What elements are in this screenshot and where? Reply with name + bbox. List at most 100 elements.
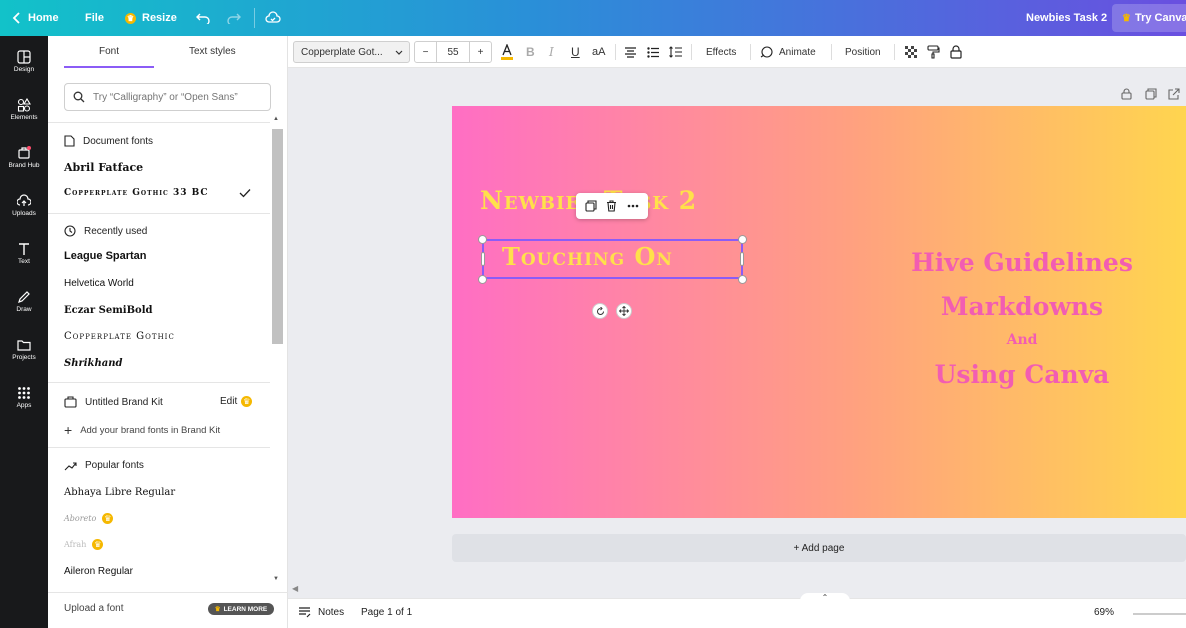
crown-icon: ♛ [102, 513, 114, 524]
more-options-icon[interactable] [627, 204, 639, 208]
nav-brand-hub[interactable]: Brand Hub [0, 138, 48, 184]
home-button[interactable]: Home [12, 0, 59, 36]
font-option-league-spartan[interactable]: League Spartan [64, 250, 147, 262]
design-slide[interactable]: Newbies Task 2 Touching On Hive Guidelin… [452, 106, 1186, 518]
align-button[interactable] [624, 36, 637, 68]
font-size-input[interactable]: 55 [437, 41, 469, 63]
toolbar-divider [831, 44, 832, 60]
font-option-helvetica-world[interactable]: Helvetica World [64, 278, 134, 289]
nav-text[interactable]: Text [0, 234, 48, 280]
export-icon [1168, 88, 1180, 100]
decrease-size-button[interactable]: − [415, 41, 437, 63]
slide-line-hive-guidelines[interactable]: Hive Guidelines [657, 248, 1186, 277]
font-panel: Font Text styles Document fonts Abril Fa… [48, 36, 288, 628]
letter-case-button[interactable]: aA [592, 36, 605, 68]
nav-projects[interactable]: Projects [0, 330, 48, 376]
font-search-input[interactable] [93, 91, 263, 103]
resize-handle-top-left[interactable] [478, 235, 487, 244]
add-page-button[interactable]: + Add page [452, 534, 1186, 562]
font-search[interactable] [64, 83, 271, 111]
undo-button[interactable] [196, 0, 210, 36]
list-button[interactable] [647, 36, 660, 68]
duplicate-page-button[interactable] [1145, 87, 1157, 105]
crown-icon: ♛ [92, 539, 104, 550]
save-status-button[interactable] [265, 0, 281, 36]
spacing-button[interactable] [669, 36, 683, 68]
try-canva-pro-button[interactable]: ♛ Try Canva P [1112, 4, 1186, 32]
redo-button[interactable] [227, 0, 241, 36]
font-option-aboreto[interactable]: Aboreto ♛ [64, 513, 114, 524]
context-menu [576, 193, 648, 219]
underline-icon: U [571, 45, 580, 59]
copy-style-button[interactable] [927, 36, 940, 68]
zoom-level[interactable]: 69% [1094, 607, 1114, 618]
nav-apps[interactable]: Apps [0, 378, 48, 424]
duplicate-icon[interactable] [585, 200, 597, 212]
tab-text-styles[interactable]: Text styles [189, 46, 236, 57]
effects-button[interactable]: Effects [706, 36, 736, 68]
font-option-eczar-semibold[interactable]: Eczar SemiBold [64, 305, 153, 316]
font-option-afrah[interactable]: Afrah ♛ [64, 539, 104, 550]
brand-kit-edit-button[interactable]: Edit ♛ [220, 396, 253, 407]
nav-uploads[interactable]: Uploads [0, 186, 48, 232]
learn-more-button[interactable]: ♛ LEARN MORE [208, 603, 274, 615]
notes-button[interactable]: Notes [298, 607, 344, 618]
animate-button[interactable]: Animate [760, 36, 816, 68]
resize-button[interactable]: ♛ Resize [125, 0, 177, 36]
share-page-button[interactable] [1168, 87, 1180, 105]
add-brand-fonts-button[interactable]: + Add your brand fonts in Brand Kit [64, 422, 220, 438]
notes-icon [299, 607, 311, 618]
nav-elements[interactable]: Elements [0, 90, 48, 136]
panel-scroll-thumb[interactable] [272, 129, 283, 344]
resize-handle-top-right[interactable] [738, 235, 747, 244]
slide-line-using-canva[interactable]: Using Canva [657, 360, 1186, 389]
nav-draw[interactable]: Draw [0, 282, 48, 328]
cloud-check-icon [265, 11, 281, 23]
panel-scrollbar[interactable]: ▲ ▼ [270, 116, 284, 584]
expand-pages-button[interactable]: ⌃ [800, 593, 850, 603]
font-option-shrikhand[interactable]: Shrikhand [64, 358, 123, 369]
resize-handle-left[interactable] [481, 252, 485, 266]
brand-kit-title: Untitled Brand Kit [85, 396, 163, 408]
zoom-slider[interactable] [1133, 613, 1186, 615]
resize-handle-bottom-left[interactable] [478, 275, 487, 284]
position-label: Position [845, 46, 881, 58]
bold-button[interactable]: B [526, 36, 535, 68]
lock-icon [1121, 88, 1132, 100]
design-icon [17, 50, 31, 64]
increase-size-button[interactable]: + [469, 41, 491, 63]
scroll-up-icon[interactable]: ▲ [273, 116, 279, 122]
underline-button[interactable]: U [571, 36, 580, 68]
slide-line-markdowns[interactable]: Markdowns [657, 292, 1186, 321]
font-option-copperplate-gothic[interactable]: Copperplate Gothic [64, 331, 175, 342]
move-handle[interactable] [616, 303, 632, 319]
toolbar-divider [750, 44, 751, 60]
document-icon [64, 135, 75, 147]
slide-line-and[interactable]: And [657, 332, 1186, 348]
nav-design[interactable]: Design [0, 42, 48, 88]
font-option-aileron[interactable]: Aileron Regular [64, 566, 133, 577]
page-indicator[interactable]: Page 1 of 1 [361, 607, 412, 618]
nav-design-label: Design [13, 66, 35, 73]
file-menu[interactable]: File [85, 0, 104, 36]
move-icon [619, 306, 629, 316]
transparency-button[interactable] [905, 36, 917, 68]
document-title[interactable]: Newbies Task 2 [1026, 0, 1107, 36]
canvas-horizontal-scrollbar[interactable]: ◀ [288, 583, 1186, 597]
font-option-copperplate-33bc[interactable]: Copperplate Gothic 33 BC [64, 188, 209, 198]
font-option-abhaya-libre[interactable]: Abhaya Libre Regular [64, 487, 175, 498]
trending-icon [64, 461, 77, 470]
trash-icon[interactable] [606, 200, 617, 212]
page-lock-button[interactable] [1121, 87, 1132, 105]
upload-font-button[interactable]: Upload a font [64, 603, 124, 614]
text-color-button[interactable] [500, 36, 514, 68]
italic-button[interactable]: I [549, 36, 554, 68]
rotate-handle[interactable] [592, 303, 608, 319]
lock-button[interactable] [950, 36, 962, 68]
font-family-select[interactable]: Copperplate Got... [293, 41, 410, 63]
scroll-down-icon[interactable]: ▼ [273, 576, 279, 582]
tab-font[interactable]: Font [99, 46, 119, 57]
position-button[interactable]: Position [845, 36, 881, 68]
font-option-abril-fatface[interactable]: Abril Fatface [64, 161, 143, 174]
scroll-left-icon[interactable]: ◀ [292, 584, 298, 593]
